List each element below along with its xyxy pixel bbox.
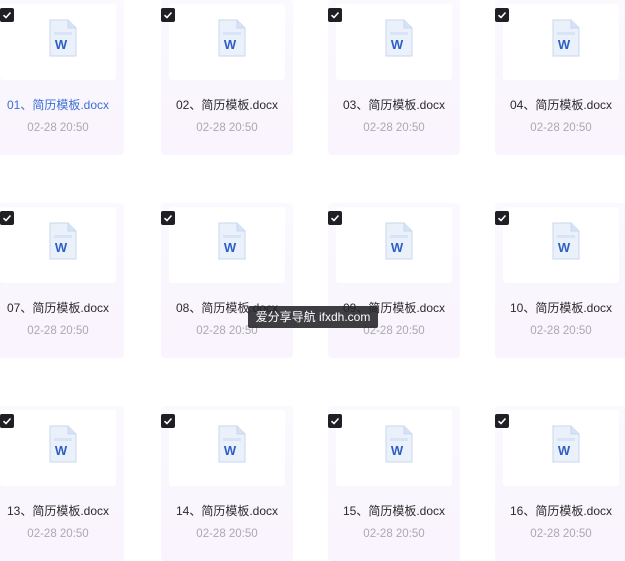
checkbox-checked-icon[interactable] (328, 414, 342, 428)
word-doc-icon: W (382, 221, 414, 261)
file-card[interactable]: W 09、简历模板.docx 02-28 20:50 (328, 203, 460, 358)
svg-text:W: W (391, 37, 404, 52)
file-card[interactable]: W 16、简历模板.docx 02-28 20:50 (495, 406, 625, 561)
checkbox-checked-icon[interactable] (0, 414, 14, 428)
file-time: 02-28 20:50 (27, 122, 89, 134)
checkbox-checked-icon[interactable] (161, 211, 175, 225)
svg-text:W: W (391, 240, 404, 255)
file-time: 02-28 20:50 (27, 528, 89, 540)
file-name[interactable]: 10、简历模板.docx (495, 299, 625, 316)
svg-text:W: W (391, 443, 404, 458)
file-name[interactable]: 07、简历模板.docx (0, 299, 124, 316)
svg-text:W: W (224, 443, 237, 458)
file-thumbnail: W (336, 410, 452, 486)
word-doc-icon: W (382, 424, 414, 464)
file-thumbnail: W (169, 410, 285, 486)
file-card[interactable]: W 03、简历模板.docx 02-28 20:50 (328, 0, 460, 155)
file-name[interactable]: 04、简历模板.docx (495, 96, 625, 113)
checkbox-checked-icon[interactable] (161, 414, 175, 428)
file-thumbnail: W (503, 410, 619, 486)
file-name[interactable]: 14、简历模板.docx (161, 502, 293, 519)
file-name[interactable]: 02、简历模板.docx (161, 96, 293, 113)
word-doc-icon: W (215, 18, 247, 58)
file-thumbnail: W (0, 410, 116, 486)
file-time: 02-28 20:50 (196, 528, 258, 540)
checkbox-checked-icon[interactable] (328, 8, 342, 22)
word-doc-icon: W (46, 18, 78, 58)
word-doc-icon: W (215, 424, 247, 464)
word-doc-icon: W (549, 18, 581, 58)
file-time: 02-28 20:50 (530, 528, 592, 540)
file-name[interactable]: 03、简历模板.docx (328, 96, 460, 113)
file-thumbnail: W (503, 207, 619, 283)
file-card[interactable]: W 15、简历模板.docx 02-28 20:50 (328, 406, 460, 561)
file-thumbnail: W (169, 4, 285, 80)
checkbox-checked-icon[interactable] (495, 414, 509, 428)
file-card[interactable]: W 07、简历模板.docx 02-28 20:50 (0, 203, 124, 358)
file-thumbnail: W (0, 207, 116, 283)
file-thumbnail: W (336, 207, 452, 283)
checkbox-checked-icon[interactable] (161, 8, 175, 22)
file-card[interactable]: W 08、简历模板.docx 02-28 20:50 (161, 203, 293, 358)
word-doc-icon: W (549, 221, 581, 261)
checkbox-checked-icon[interactable] (0, 8, 14, 22)
file-card[interactable]: W 04、简历模板.docx 02-28 20:50 (495, 0, 625, 155)
file-card[interactable]: W 10、简历模板.docx 02-28 20:50 (495, 203, 625, 358)
word-doc-icon: W (549, 424, 581, 464)
watermark: 爱分享导航 ifxdh.com (248, 306, 378, 328)
file-time: 02-28 20:50 (27, 325, 89, 337)
file-name[interactable]: 15、简历模板.docx (328, 502, 460, 519)
word-doc-icon: W (215, 221, 247, 261)
file-card[interactable]: W 01、简历模板.docx 02-28 20:50 (0, 0, 124, 155)
word-doc-icon: W (46, 424, 78, 464)
file-time: 02-28 20:50 (363, 122, 425, 134)
file-name[interactable]: 13、简历模板.docx (0, 502, 124, 519)
file-thumbnail: W (169, 207, 285, 283)
file-card[interactable]: W 13、简历模板.docx 02-28 20:50 (0, 406, 124, 561)
svg-text:W: W (55, 240, 68, 255)
file-time: 02-28 20:50 (363, 528, 425, 540)
checkbox-checked-icon[interactable] (495, 8, 509, 22)
checkbox-checked-icon[interactable] (0, 211, 14, 225)
file-name[interactable]: 01、简历模板.docx (0, 96, 124, 113)
svg-text:W: W (558, 443, 571, 458)
word-doc-icon: W (46, 221, 78, 261)
svg-text:W: W (558, 37, 571, 52)
file-thumbnail: W (0, 4, 116, 80)
file-time: 02-28 20:50 (530, 122, 592, 134)
file-time: 02-28 20:50 (530, 325, 592, 337)
svg-text:W: W (224, 37, 237, 52)
svg-text:W: W (55, 443, 68, 458)
file-card[interactable]: W 02、简历模板.docx 02-28 20:50 (161, 0, 293, 155)
svg-text:W: W (224, 240, 237, 255)
file-card[interactable]: W 14、简历模板.docx 02-28 20:50 (161, 406, 293, 561)
file-thumbnail: W (336, 4, 452, 80)
file-name[interactable]: 16、简历模板.docx (495, 502, 625, 519)
svg-text:W: W (558, 240, 571, 255)
file-time: 02-28 20:50 (196, 122, 258, 134)
file-grid: W 01、简历模板.docx 02-28 20:50 W 02、简历模板.doc… (0, 0, 625, 561)
checkbox-checked-icon[interactable] (328, 211, 342, 225)
svg-text:W: W (55, 37, 68, 52)
checkbox-checked-icon[interactable] (495, 211, 509, 225)
word-doc-icon: W (382, 18, 414, 58)
file-thumbnail: W (503, 4, 619, 80)
